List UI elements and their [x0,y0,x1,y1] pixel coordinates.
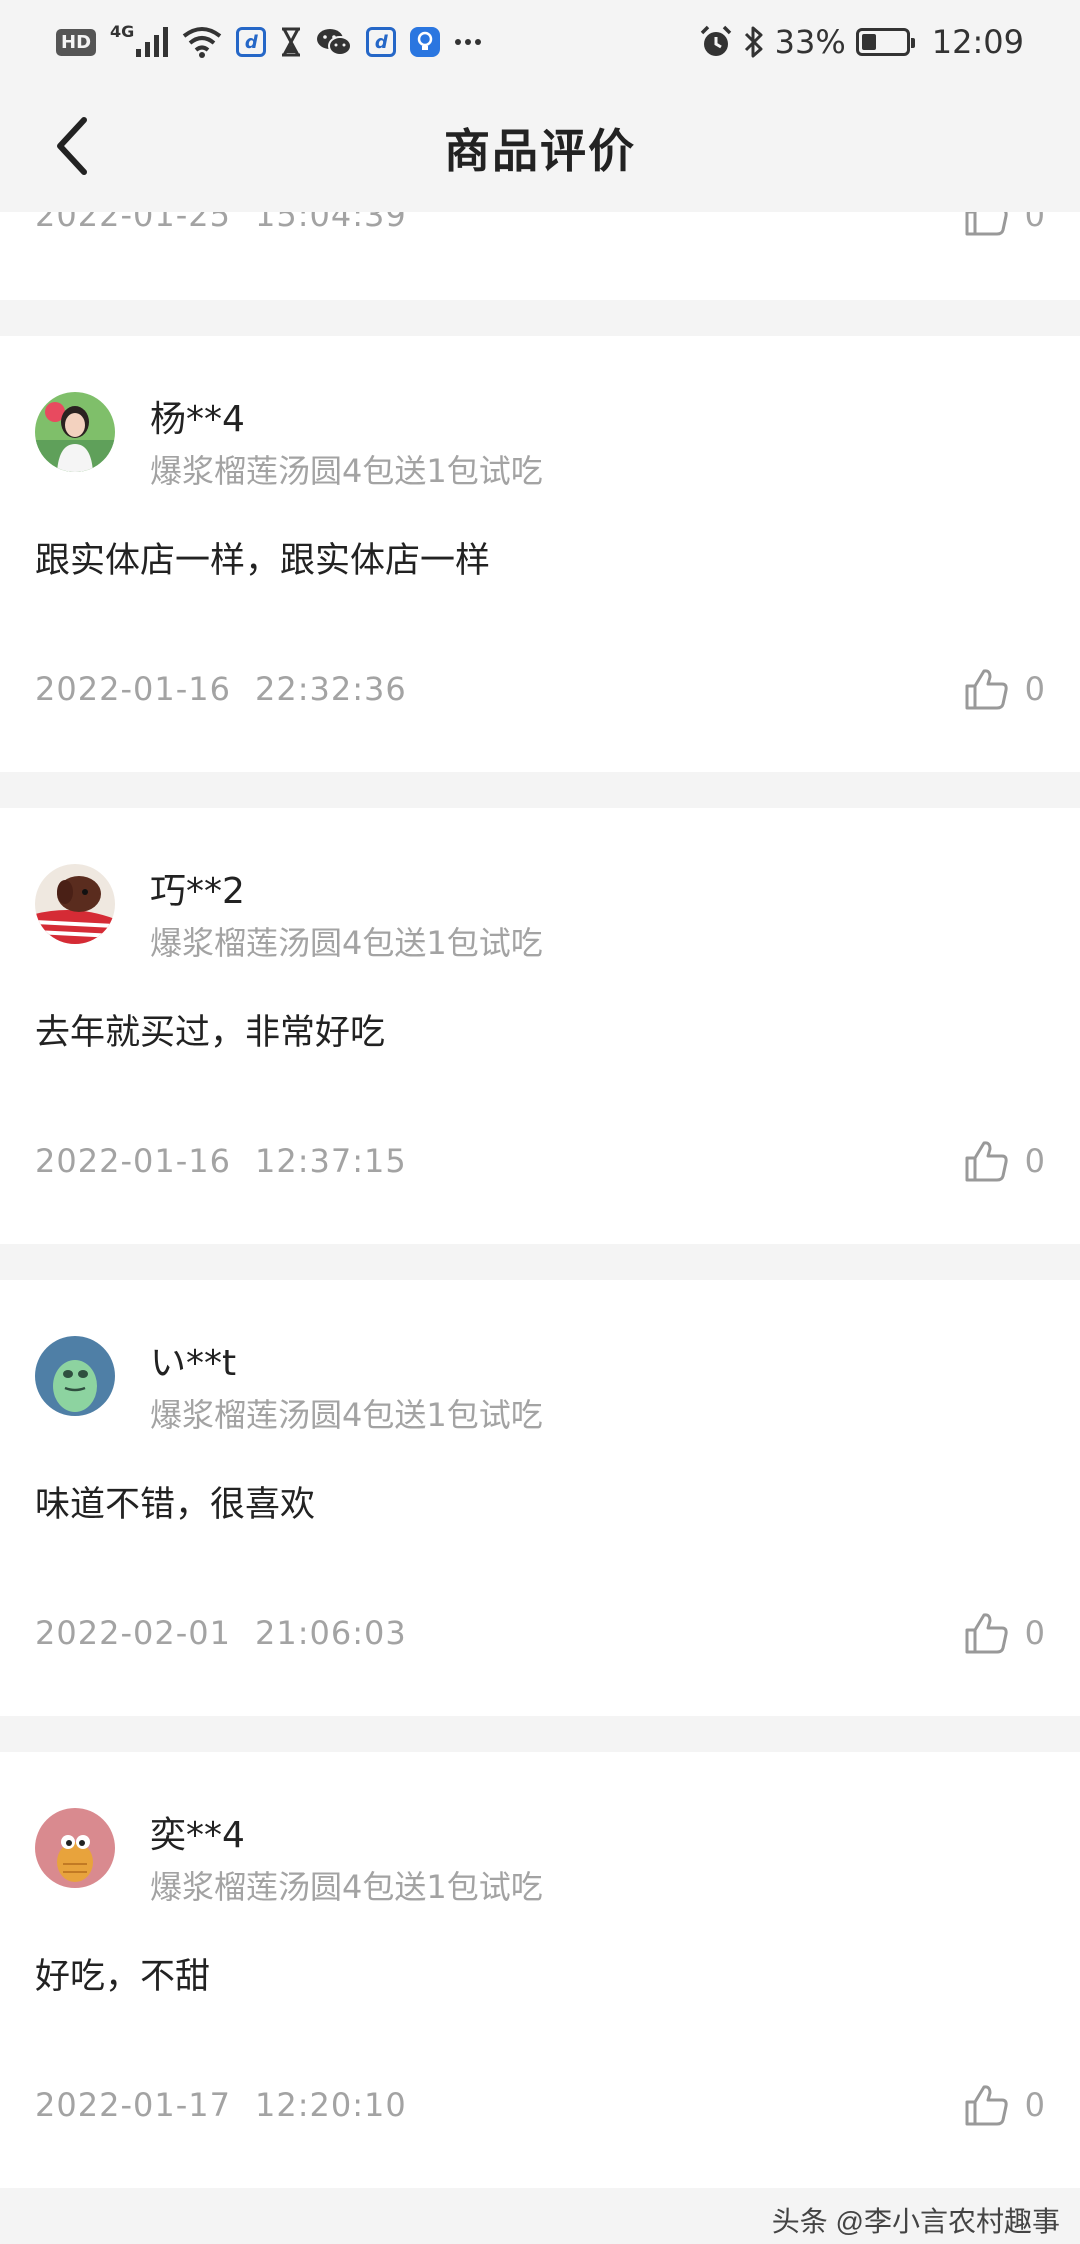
review-card: 巧**2 爆浆榴莲汤圆4包送1包试吃 去年就买过，非常好吃 2022-01-16… [0,808,1080,1244]
like-button[interactable]: 0 [965,1612,1045,1654]
like-button[interactable]: 0 [965,2084,1045,2126]
like-button[interactable]: 0 [965,1140,1045,1182]
product-name: 爆浆榴莲汤圆4包送1包试吃 [150,1868,543,1906]
like-button[interactable]: 0 [965,668,1045,710]
username: 巧**2 [150,871,245,912]
thumbs-up-icon [965,1613,1008,1654]
frog-avatar-icon [35,1336,115,1416]
product-name: 爆浆榴莲汤圆4包送1包试吃 [150,1396,543,1434]
review-time-row: 2022-01-17 12:20:10 0 [35,2080,1045,2130]
review-date: 2022-01-16 [35,670,231,708]
review-time: 22:32:36 [254,670,407,708]
thumbs-up-icon [965,2085,1008,2126]
avatar [35,392,115,472]
review-time: 21:06:03 [254,1614,407,1652]
like-count: 0 [1024,1142,1045,1180]
avatar [35,1808,115,1888]
chevron-left-icon [57,117,87,175]
avatar [35,1336,115,1416]
alarm-icon [699,24,733,60]
review-card: 杨**4 爆浆榴莲汤圆4包送1包试吃 跟实体店一样，跟实体店一样 2022-01… [0,336,1080,772]
network-type-label: 4G [110,22,135,41]
back-button[interactable] [40,114,104,178]
lightbulb-app-icon [410,27,441,57]
thumbs-up-icon [965,669,1008,710]
cellular-signal-icon: 4G [110,22,169,60]
bluetooth-icon [743,24,765,60]
battery-fill [861,34,876,50]
product-name: 爆浆榴莲汤圆4包送1包试吃 [150,924,543,962]
review-time: 12:37:15 [254,1142,407,1180]
review-time: 12:20:10 [254,2086,407,2124]
like-count: 0 [1024,1614,1045,1652]
review-date: 2022-02-01 [35,1614,231,1652]
app-notification-icon-2: d [366,27,397,57]
review-text: 跟实体店一样，跟实体店一样 [35,541,491,581]
like-count: 0 [1024,670,1045,708]
hd-indicator: HD [56,28,97,56]
thumbs-up-icon [965,1141,1008,1182]
battery-percent: 33% [774,23,846,61]
username: 杨**4 [150,399,245,440]
page-title: 商品评价 [444,124,636,178]
watermark: 头条 @李小言农村趣事 [771,2206,1060,2237]
review-card: 奕**4 爆浆榴莲汤圆4包送1包试吃 好吃，不甜 2022-01-17 12:2… [0,1752,1080,2188]
avatar [35,864,115,944]
review-text: 好吃，不甜 [35,1957,211,1997]
like-count: 0 [1024,2086,1045,2124]
status-bar-left: HD 4G d d [56,24,482,60]
review-date: 2022-01-17 [35,2086,231,2124]
review-time-row: 2022-01-16 22:32:36 0 [35,664,1045,714]
review-card: い**t 爆浆榴莲汤圆4包送1包试吃 味道不错，很喜欢 2022-02-01 2… [0,1280,1080,1716]
review-text: 去年就买过，非常好吃 [35,1013,386,1053]
battery-icon [855,28,915,56]
girl-avatar-icon [35,392,115,472]
status-bar: HD 4G d d 33% 12:09 [0,0,1080,84]
review-date: 2022-01-16 [35,1142,231,1180]
username: 奕**4 [150,1815,245,1856]
clock: 12:09 [931,23,1024,61]
review-text: 味道不错，很喜欢 [35,1485,316,1525]
review-time-row: 2022-02-01 21:06:03 0 [35,1608,1045,1658]
review-time-row: 2022-01-16 12:37:15 0 [35,1136,1045,1186]
header: 商品评价 [0,84,1080,212]
wifi-icon [182,24,222,60]
cartoon-avatar-icon [35,1808,115,1888]
status-bar-right: 33% 12:09 [699,23,1024,61]
wechat-icon [316,24,353,60]
app-notification-icon: d [236,27,267,57]
username: い**t [150,1343,237,1384]
dog-avatar-icon [35,864,115,944]
product-name: 爆浆榴莲汤圆4包送1包试吃 [150,452,543,490]
hourglass-icon [280,24,302,60]
more-notifications-icon [454,24,482,60]
